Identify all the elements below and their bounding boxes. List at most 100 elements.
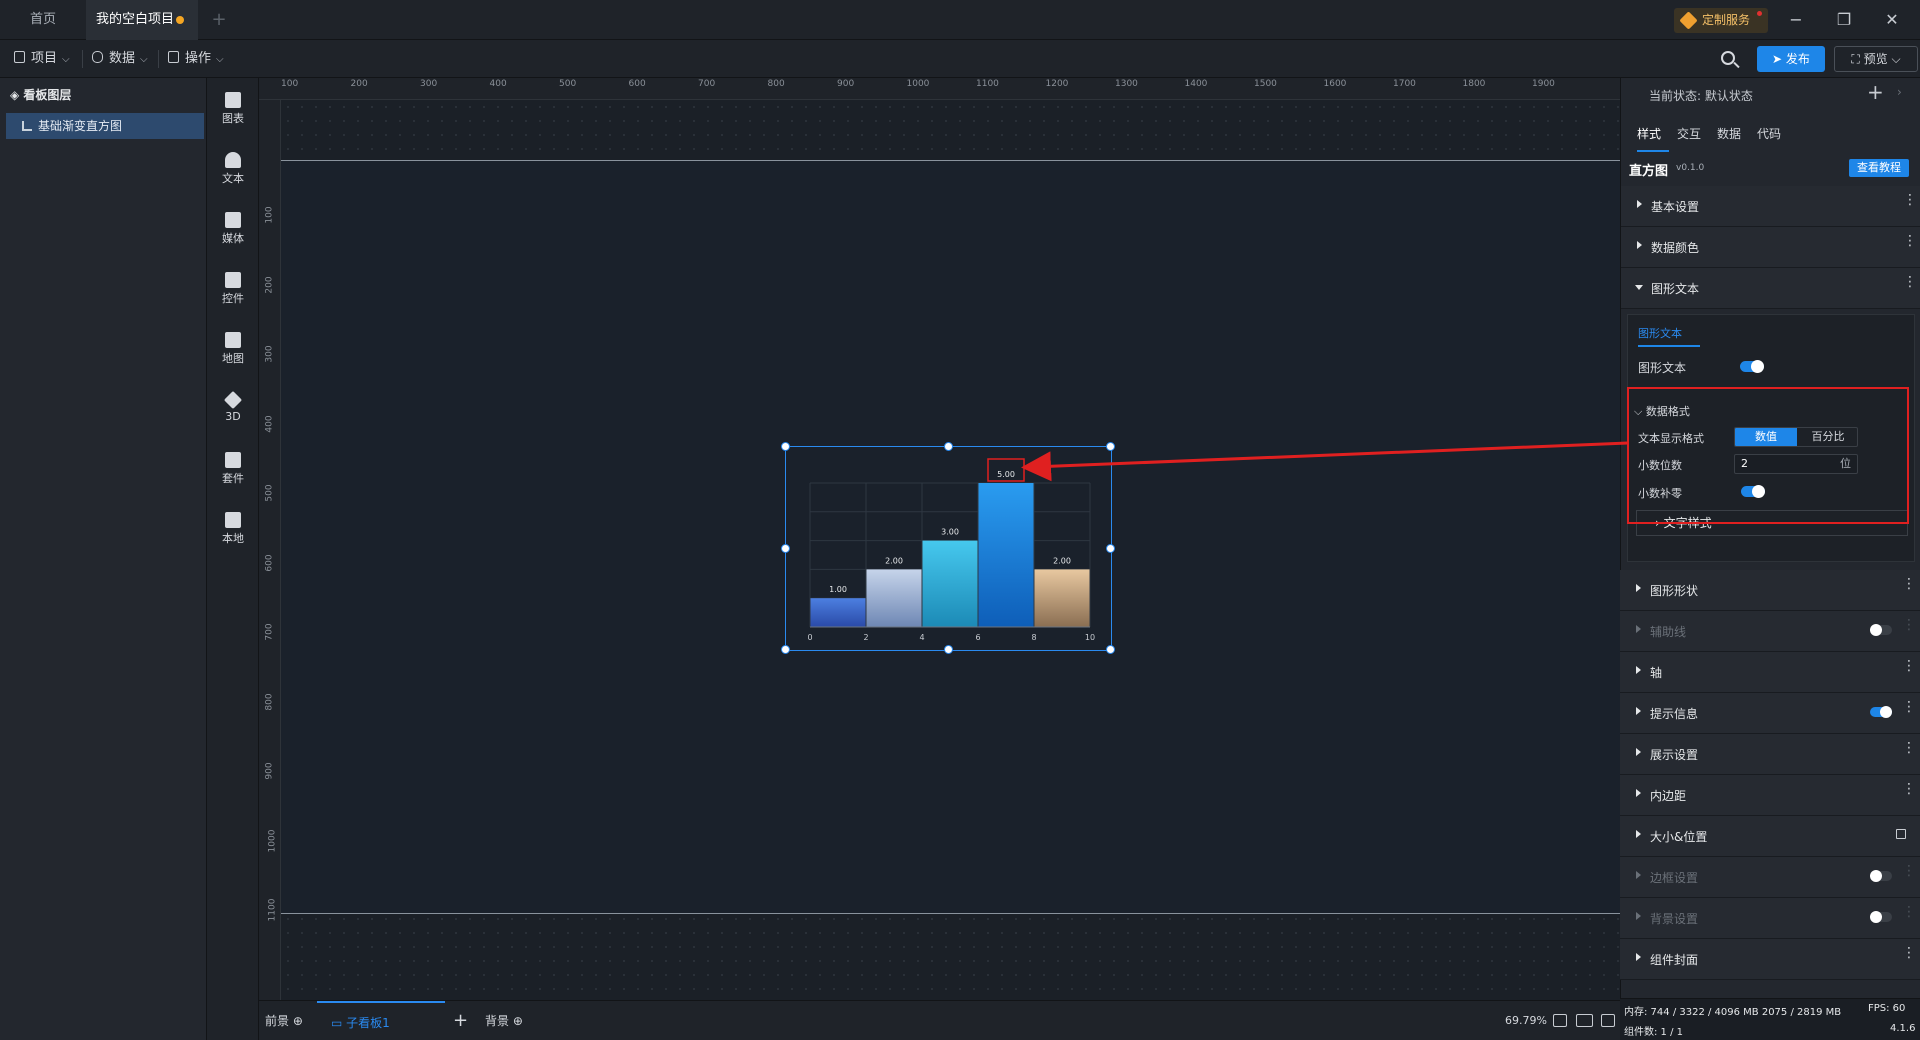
- tab-foreground[interactable]: 前景 ⊕: [265, 1001, 303, 1040]
- section-data-color[interactable]: 数据颜色 ⋮: [1621, 227, 1920, 268]
- section-8[interactable]: 背景设置 ⋮: [1620, 898, 1920, 939]
- layer-panel-title-label: 看板图层: [23, 88, 72, 102]
- tab-data[interactable]: 数据: [1717, 122, 1741, 152]
- text-icon: [225, 152, 241, 168]
- ruler-tick-label: 1200: [1045, 79, 1069, 89]
- more-icon[interactable]: ⋮: [1902, 700, 1916, 714]
- toggle-knob: [1752, 485, 1765, 498]
- add-state-button[interactable]: +: [1867, 80, 1884, 104]
- data-menu[interactable]: 数据 ⌵: [92, 40, 148, 78]
- more-icon[interactable]: ⋮: [1903, 275, 1917, 289]
- section-label: 内边距: [1650, 789, 1687, 803]
- project-menu[interactable]: 项目 ⌵: [14, 40, 70, 78]
- keyboard-icon[interactable]: [1576, 1014, 1593, 1027]
- tab-home[interactable]: 首页: [0, 0, 86, 40]
- section-label: 基本设置: [1651, 200, 1700, 214]
- custom-service-button[interactable]: 定制服务: [1674, 8, 1768, 33]
- section-basic-settings[interactable]: 基本设置 ⋮: [1621, 186, 1920, 227]
- section-0[interactable]: 图形形状 ⋮: [1620, 570, 1920, 611]
- component-controls[interactable]: 控件: [207, 262, 259, 314]
- zoom-level[interactable]: 69.79%: [1505, 1001, 1547, 1040]
- close-button[interactable]: ✕: [1868, 0, 1916, 40]
- bar-value-label: 1.00: [829, 585, 847, 594]
- publish-button[interactable]: ➤ 发布: [1757, 46, 1825, 72]
- seg-percent-option[interactable]: 百分比: [1797, 428, 1857, 446]
- tutorial-button[interactable]: 查看教程: [1849, 159, 1909, 177]
- section-2[interactable]: 轴 ⋮: [1620, 652, 1920, 693]
- component-text[interactable]: 文本: [207, 142, 259, 194]
- controls-icon: [225, 272, 241, 288]
- section-5[interactable]: 内边距 ⋮: [1620, 775, 1920, 816]
- preview-button[interactable]: ⛶ 预览 ⌵: [1834, 46, 1918, 72]
- component-kit[interactable]: 套件: [207, 442, 259, 494]
- section-3[interactable]: 提示信息 ⋮: [1620, 693, 1920, 734]
- toolbar: 项目 ⌵ 数据 ⌵ 操作 ⌵ ➤ 发布 ⛶ 预览 ⌵: [0, 40, 1920, 78]
- tab-code[interactable]: 代码: [1757, 122, 1781, 152]
- terminal-icon[interactable]: [1601, 1014, 1615, 1027]
- minimize-button[interactable]: −: [1772, 0, 1820, 40]
- more-icon[interactable]: ⋮: [1902, 659, 1916, 673]
- more-icon[interactable]: ⋮: [1902, 618, 1916, 632]
- decimals-input[interactable]: 2位: [1734, 454, 1858, 474]
- search-button[interactable]: [1718, 48, 1742, 72]
- memory-status: 内存: 744 / 3322 / 4096 MB 2075 / 2819 MB: [1624, 1007, 1842, 1018]
- tab-project[interactable]: 我的空白项目: [86, 0, 198, 40]
- bar-value-label: 5.00: [997, 470, 1015, 479]
- lock-icon[interactable]: [1896, 829, 1906, 839]
- chevron-right-icon[interactable]: ›: [1897, 85, 1902, 99]
- caret-right-icon: [1636, 666, 1641, 674]
- section-1[interactable]: 辅助线 ⋮: [1620, 611, 1920, 652]
- graphic-text-subtab[interactable]: 图形文本: [1638, 325, 1700, 347]
- document-icon: [14, 51, 25, 63]
- section-7[interactable]: 边框设置 ⋮: [1620, 857, 1920, 898]
- add-circle-icon: ⊕: [289, 1014, 303, 1028]
- component-3d[interactable]: 3D: [207, 382, 259, 434]
- tab-sub-board[interactable]: ▭ 子看板1: [317, 1001, 445, 1040]
- section-9[interactable]: 组件封面 ⋮: [1620, 939, 1920, 980]
- more-icon[interactable]: ⋮: [1902, 946, 1916, 960]
- fit-screen-icon[interactable]: [1553, 1014, 1567, 1027]
- more-icon[interactable]: ⋮: [1903, 234, 1917, 248]
- more-icon[interactable]: ⋮: [1903, 193, 1917, 207]
- seg-value-option[interactable]: 数值: [1735, 428, 1797, 446]
- resize-handle[interactable]: [944, 442, 953, 451]
- section-toggle[interactable]: [1870, 706, 1892, 718]
- section-toggle[interactable]: [1870, 911, 1892, 923]
- section-graphic-text[interactable]: 图形文本 ⋮: [1621, 268, 1920, 309]
- tab-style[interactable]: 样式: [1637, 122, 1669, 152]
- section-4[interactable]: 展示设置 ⋮: [1620, 734, 1920, 775]
- add-board-button[interactable]: +: [453, 1001, 468, 1040]
- more-icon[interactable]: ⋮: [1902, 577, 1916, 591]
- section-toggle[interactable]: [1870, 624, 1892, 636]
- data-format-title[interactable]: ⌵ 数据格式: [1634, 403, 1690, 419]
- component-chart[interactable]: 图表: [207, 82, 259, 134]
- tab-interaction[interactable]: 交互: [1677, 122, 1701, 152]
- custom-service-label: 定制服务: [1702, 13, 1751, 27]
- restore-button[interactable]: ❐: [1820, 0, 1868, 40]
- more-icon[interactable]: ⋮: [1902, 864, 1916, 878]
- section-6[interactable]: 大小&位置: [1620, 816, 1920, 857]
- more-icon[interactable]: ⋮: [1902, 741, 1916, 755]
- more-icon[interactable]: ⋮: [1902, 905, 1916, 919]
- tab-background[interactable]: 背景 ⊕: [485, 1001, 523, 1040]
- layer-item-histogram[interactable]: 基础渐变直方图: [6, 113, 204, 139]
- resize-handle[interactable]: [781, 442, 790, 451]
- ruler-tick-label: 100: [281, 79, 299, 89]
- operation-menu[interactable]: 操作 ⌵: [168, 40, 224, 78]
- add-tab-button[interactable]: +: [206, 0, 232, 40]
- histogram-chart: 1.00 2.00 3.00 5.00 2.00 0 2 4 6 8 10: [807, 470, 1095, 642]
- pad-zero-toggle[interactable]: [1741, 485, 1765, 498]
- resize-handle[interactable]: [1106, 442, 1115, 451]
- component-map[interactable]: 地图: [207, 322, 259, 374]
- resize-handle[interactable]: [781, 645, 790, 654]
- graphic-text-toggle[interactable]: [1740, 360, 1764, 373]
- text-style-collapse[interactable]: › 文字样式: [1636, 510, 1908, 536]
- fullscreen-icon: ⛶: [1851, 52, 1864, 66]
- resize-handle[interactable]: [781, 544, 790, 553]
- more-icon[interactable]: ⋮: [1902, 782, 1916, 796]
- component-media[interactable]: 媒体: [207, 202, 259, 254]
- component-local[interactable]: 本地: [207, 502, 259, 554]
- data-format-title-label: 数据格式: [1645, 405, 1690, 418]
- section-toggle[interactable]: [1870, 870, 1892, 882]
- component-label: 套件: [222, 472, 244, 485]
